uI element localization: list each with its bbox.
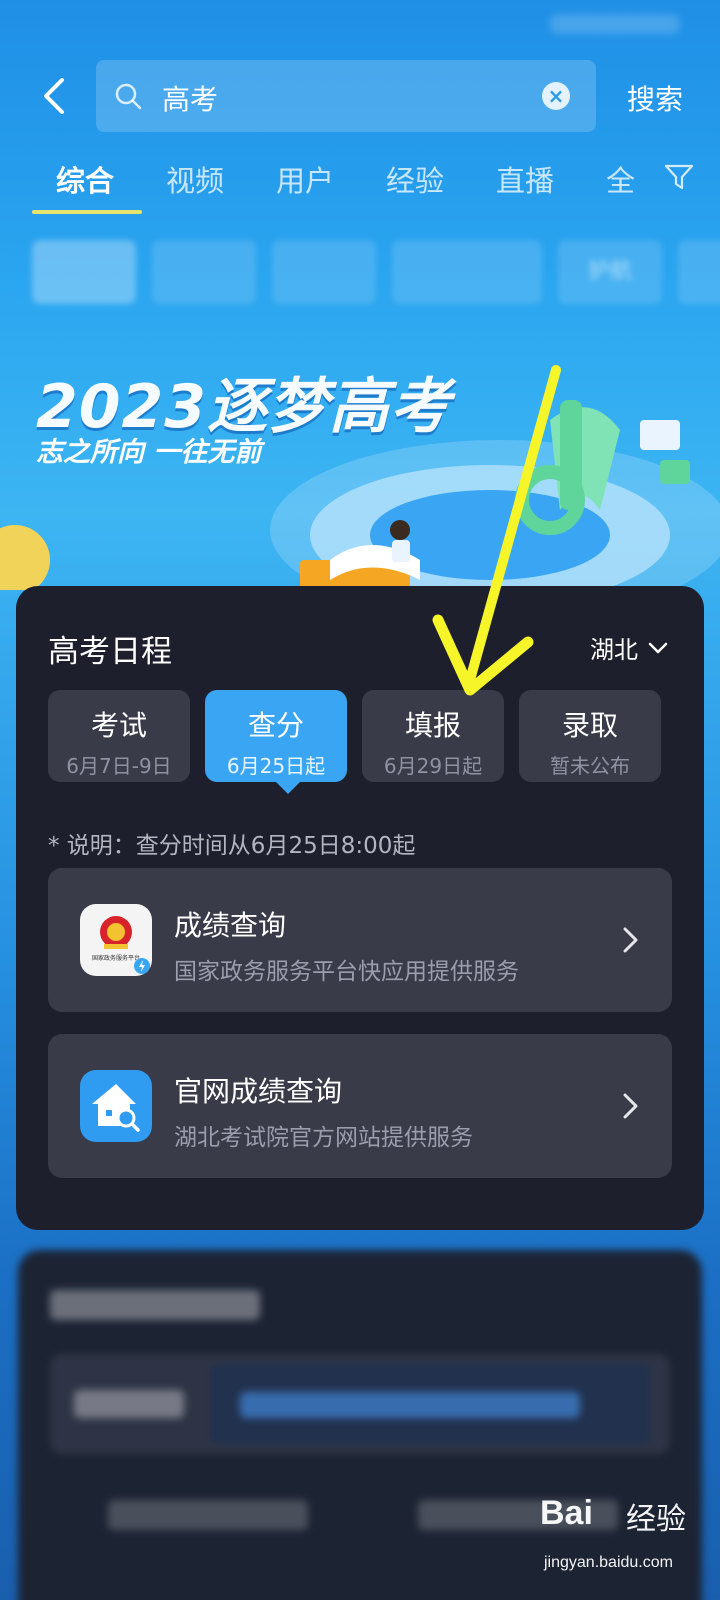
filter-icon[interactable] <box>664 164 694 190</box>
tab-video[interactable]: 视频 <box>166 158 224 200</box>
service-title: 官网成绩查询 <box>174 1075 343 1108</box>
service-official-score-query[interactable]: 官网成绩查询 湖北考试院官方网站提供服务 <box>48 1034 672 1178</box>
service-subtitle: 国家政务服务平台快应用提供服务 <box>174 959 519 985</box>
blurred-input-row <box>50 1354 670 1454</box>
active-stage-pointer <box>276 782 300 794</box>
gaokao-schedule-card: 高考日程 湖北 考试 6月7日-9日 查分 6月25日起 填报 6月29日起 录… <box>16 586 704 1230</box>
chip[interactable] <box>392 240 542 304</box>
region-label: 湖北 <box>590 636 638 664</box>
service-score-query[interactable]: 国家政务服务平台 成绩查询 国家政务服务平台快应用提供服务 <box>48 868 672 1012</box>
stage-title: 录取 <box>561 709 618 742</box>
tab-all[interactable]: 全 <box>606 158 635 200</box>
watermark-url: jingyan.baidu.com <box>544 1554 673 1571</box>
tab-comprehensive[interactable]: 综合 <box>56 158 114 200</box>
watermark-logo-suffix: 经验 <box>626 1502 686 1537</box>
blurred-input[interactable] <box>210 1364 650 1444</box>
gaokao-banner[interactable]: 2023逐梦高考 志之所向 一往无前 <box>0 330 720 590</box>
chevron-right-icon <box>623 1093 638 1119</box>
blurred-label <box>74 1390 184 1418</box>
tab-live[interactable]: 直播 <box>496 158 554 200</box>
stage-title: 查分 <box>247 709 304 742</box>
chevron-down-icon <box>648 642 668 653</box>
banner-subtitle: 志之所向 一往无前 <box>36 437 262 468</box>
chip[interactable] <box>152 240 256 304</box>
stage-score-check[interactable]: 查分 6月25日起 <box>205 690 347 782</box>
service-title: 成绩查询 <box>174 909 287 942</box>
watermark-logo: Bai <box>540 1494 593 1532</box>
stage-application[interactable]: 填报 6月29日起 <box>362 690 504 782</box>
chip[interactable] <box>32 240 136 304</box>
stage-date: 暂未公布 <box>550 754 630 778</box>
status-bar <box>0 0 720 50</box>
chip[interactable]: 护航 <box>558 240 662 304</box>
back-button[interactable] <box>34 72 74 120</box>
house-search-icon <box>80 1070 152 1142</box>
clear-icon[interactable]: × <box>542 82 570 110</box>
service-subtitle: 湖北考试院官方网站提供服务 <box>174 1125 473 1151</box>
filter-chips: 护航 <box>0 240 720 310</box>
emblem-caption: 国家政务服务平台 <box>92 954 140 962</box>
schedule-title: 高考日程 <box>48 634 172 670</box>
blurred-option[interactable] <box>108 1500 308 1530</box>
search-input[interactable]: 高考 × <box>96 60 596 132</box>
stage-date: 6月29日起 <box>383 754 483 778</box>
blurred-input-text <box>240 1392 580 1418</box>
tab-users[interactable]: 用户 <box>276 158 334 200</box>
search-icon <box>115 83 142 110</box>
chip[interactable] <box>272 240 376 304</box>
active-tab-underline <box>32 210 142 214</box>
tab-experience[interactable]: 经验 <box>386 158 444 200</box>
stage-date: 6月25日起 <box>226 754 326 778</box>
government-emblem-icon: 国家政务服务平台 <box>80 904 152 976</box>
chip[interactable] <box>678 240 720 304</box>
stage-title: 考试 <box>90 709 147 742</box>
blurred-title <box>50 1290 260 1320</box>
chevron-left-icon <box>44 78 64 114</box>
search-query: 高考 <box>162 83 219 116</box>
tab-bar: 综合 视频 用户 经验 直播 全 <box>0 158 720 218</box>
chevron-right-icon <box>623 927 638 953</box>
ball-decoration <box>0 525 50 590</box>
schedule-note: * 说明：查分时间从6月25日8:00起 <box>48 833 416 859</box>
region-selector[interactable]: 湖北 <box>590 630 668 665</box>
status-time <box>62 14 94 38</box>
baidu-jingyan-watermark: Bai 经验 jingyan.baidu.com <box>540 1494 720 1594</box>
search-button[interactable]: 搜索 <box>627 78 683 118</box>
stage-date: 6月7日-9日 <box>66 754 172 778</box>
stage-exam[interactable]: 考试 6月7日-9日 <box>48 690 190 782</box>
status-icons <box>550 14 680 34</box>
banner-illustration <box>270 400 720 590</box>
stage-admission[interactable]: 录取 暂未公布 <box>519 690 661 782</box>
stage-title: 填报 <box>404 709 461 742</box>
